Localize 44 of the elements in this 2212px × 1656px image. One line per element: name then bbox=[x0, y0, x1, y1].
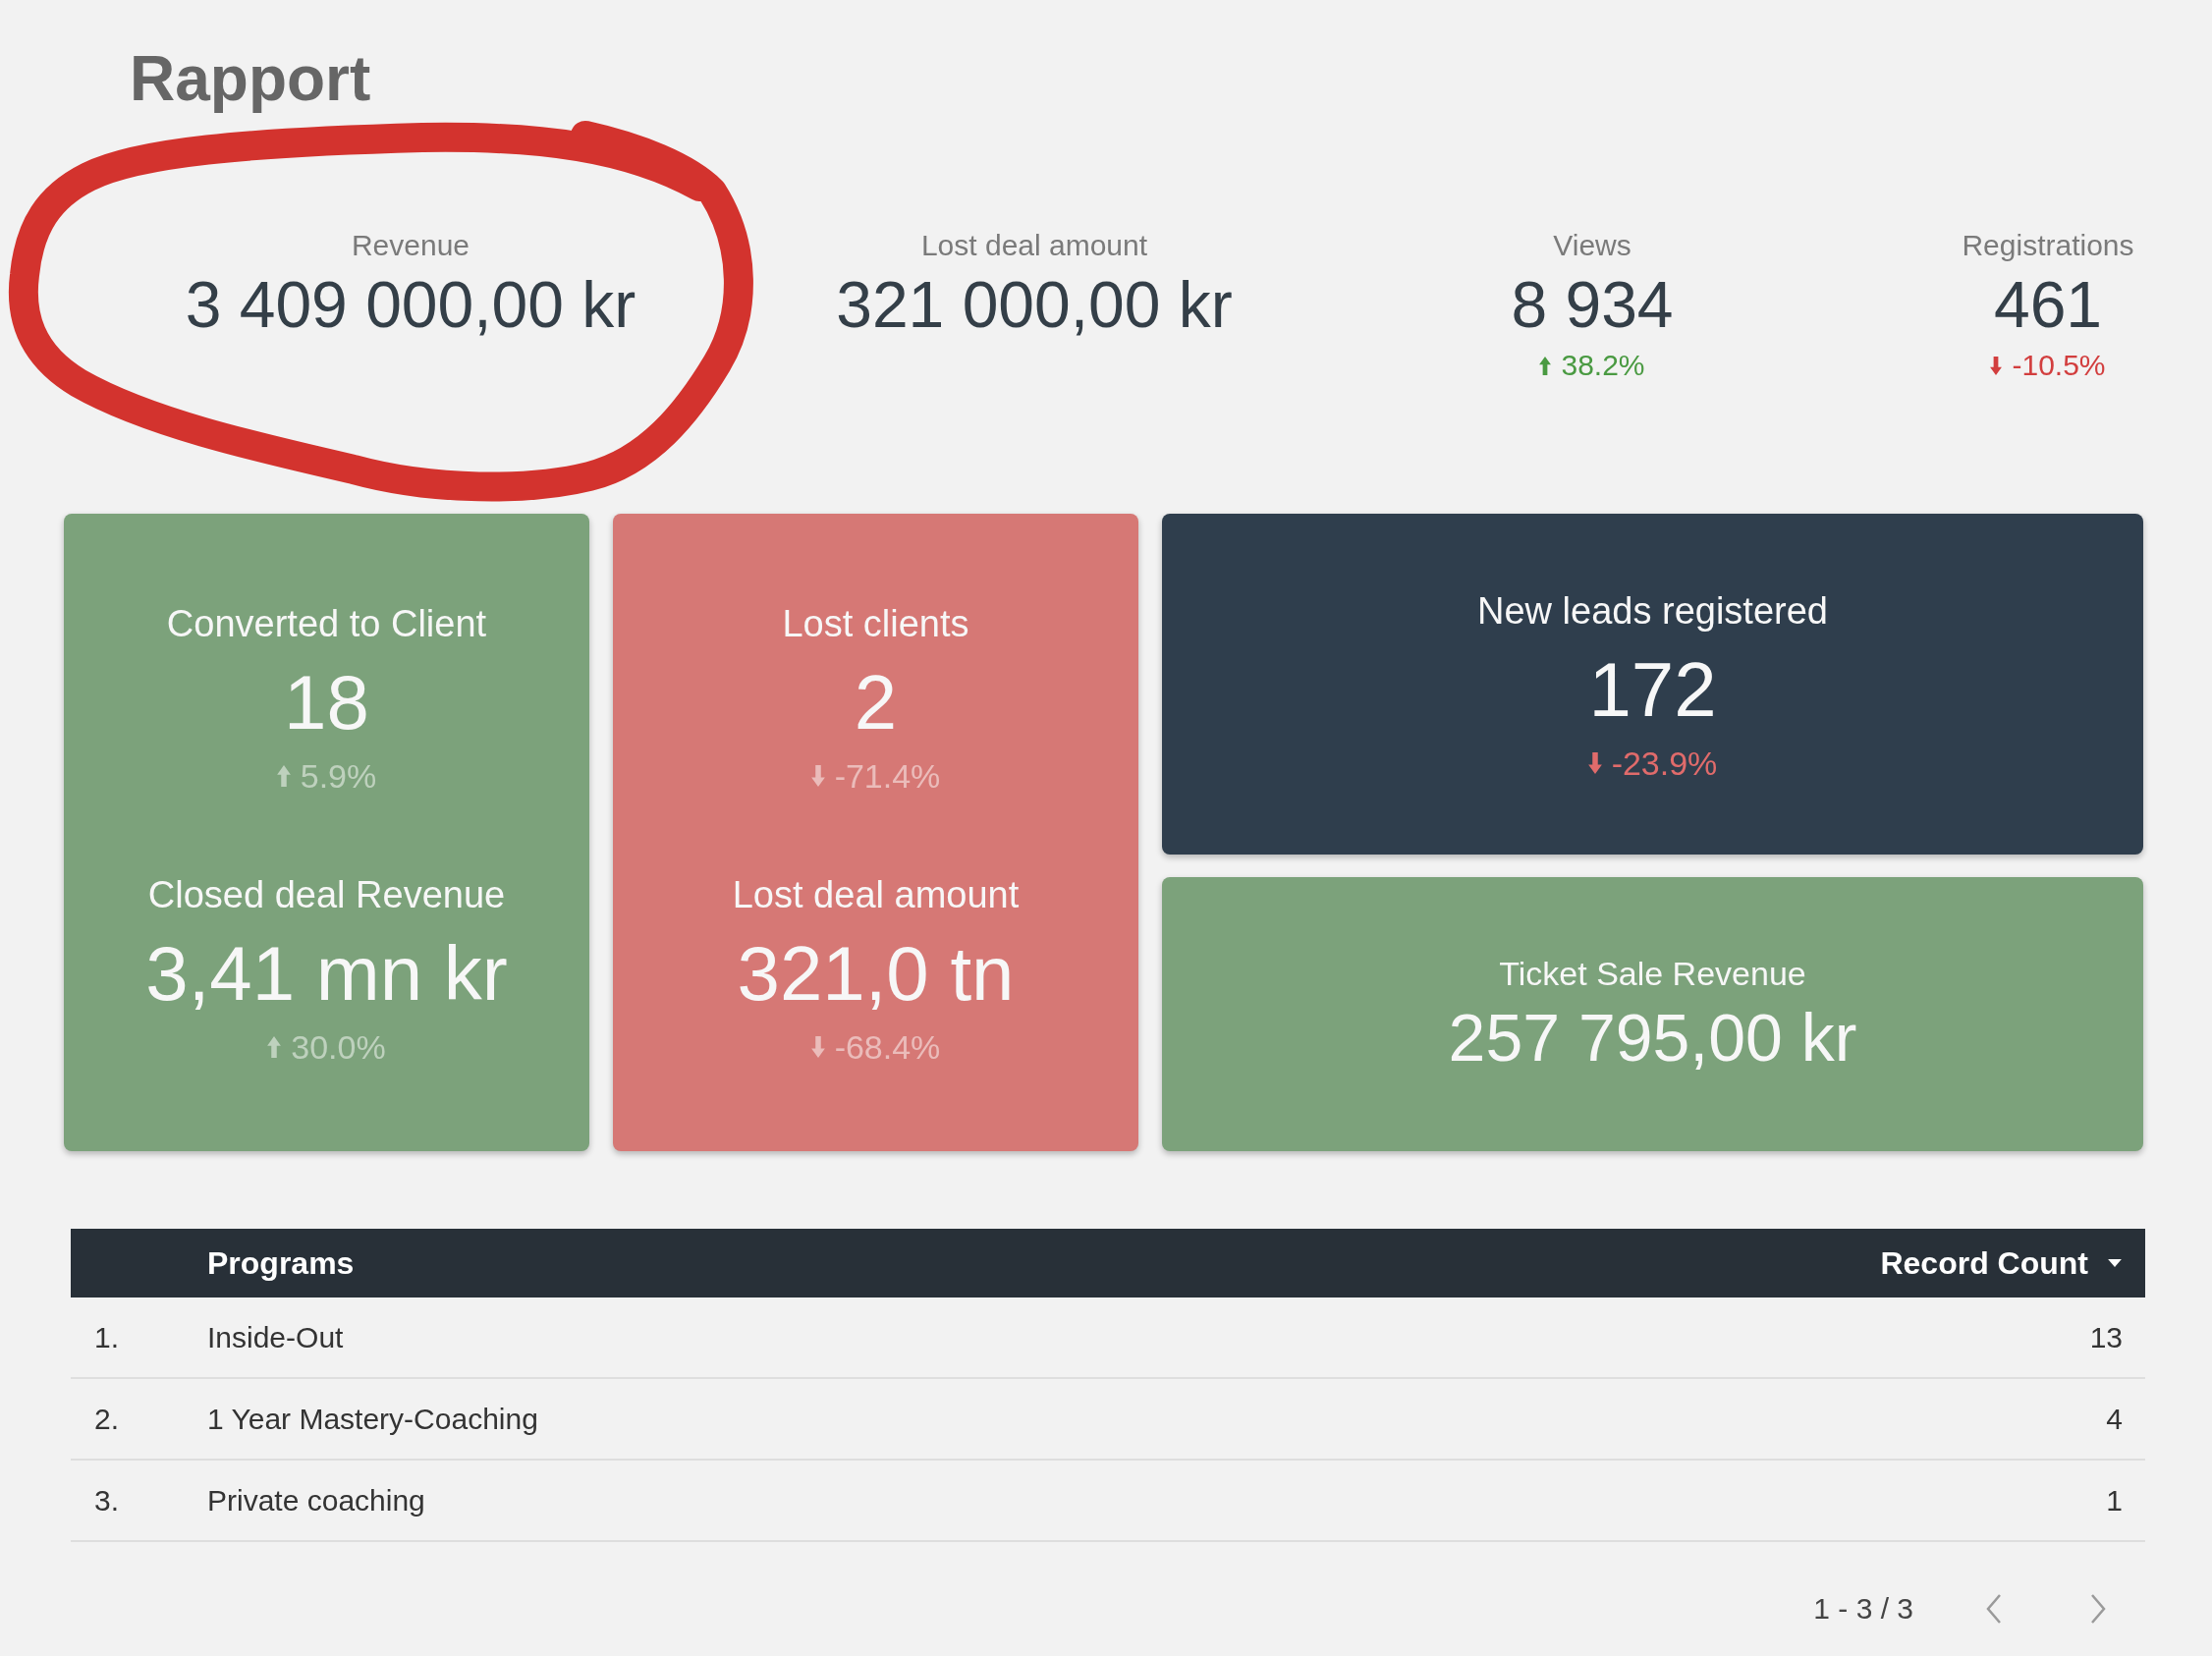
kpi-value: 3 409 000,00 kr bbox=[185, 267, 636, 343]
row-number: 1. bbox=[94, 1321, 120, 1353]
metric-label: Converted to Client bbox=[166, 601, 487, 646]
change-value: -10.5% bbox=[2012, 348, 2106, 383]
change-value: 30.0% bbox=[291, 1026, 386, 1068]
change-value: 5.9% bbox=[300, 755, 377, 797]
chevron-left-icon bbox=[1985, 1593, 2002, 1625]
metric-label: Lost clients bbox=[782, 601, 969, 646]
metric-value: 3,41 mn kr bbox=[145, 928, 508, 1019]
change-value: -68.4% bbox=[834, 1026, 941, 1068]
row-number: 3. bbox=[94, 1484, 120, 1517]
column-header[interactable]: Programs bbox=[207, 1240, 355, 1287]
table-cell-text: 1 bbox=[2106, 1483, 2123, 1518]
page-title: Rapport bbox=[130, 42, 371, 116]
kpi-label: Lost deal amount bbox=[920, 228, 1148, 263]
metric-value: 257 795,00 kr bbox=[1448, 998, 1857, 1076]
metric-label: New leads registered bbox=[1477, 588, 1828, 634]
table-cell: Inside-Out bbox=[207, 1321, 344, 1353]
metric-label: Closed deal Revenue bbox=[147, 872, 506, 917]
change-value: -23.9% bbox=[1611, 743, 1718, 784]
kpi-value: 8 934 bbox=[1511, 267, 1674, 343]
metric-value: 18 bbox=[284, 657, 369, 747]
metric-value: 321,0 tn bbox=[737, 928, 1015, 1019]
row-number: 2. bbox=[94, 1403, 120, 1435]
change-value: -71.4% bbox=[834, 755, 941, 797]
column-header[interactable]: Record Count bbox=[1880, 1240, 2122, 1287]
page-range: 1 - 3 / 3 bbox=[1813, 1591, 1913, 1627]
table-cell: Private coaching bbox=[207, 1484, 425, 1517]
chevron-right-icon bbox=[2090, 1593, 2107, 1625]
kpi-label: Registrations bbox=[1962, 228, 2134, 263]
metric-value: 172 bbox=[1588, 644, 1717, 735]
next-page-button[interactable] bbox=[2090, 1593, 2107, 1625]
table-cell-text: 13 bbox=[2089, 1320, 2123, 1355]
metric-label: Lost deal amount bbox=[732, 872, 1020, 917]
change-value: 38.2% bbox=[1561, 348, 1645, 383]
kpi-label: Revenue bbox=[351, 228, 470, 263]
metric-label: Ticket Sale Revenue bbox=[1499, 953, 1806, 994]
metric-value: 2 bbox=[854, 657, 898, 747]
table-cell-text: 4 bbox=[2106, 1402, 2123, 1437]
kpi-value: 321 000,00 kr bbox=[836, 267, 1233, 343]
previous-page-button[interactable] bbox=[1985, 1593, 2002, 1625]
kpi-label: Views bbox=[1553, 228, 1631, 263]
table-cell: 1 Year Mastery-Coaching bbox=[207, 1403, 538, 1435]
kpi-value: 461 bbox=[1993, 267, 2103, 343]
